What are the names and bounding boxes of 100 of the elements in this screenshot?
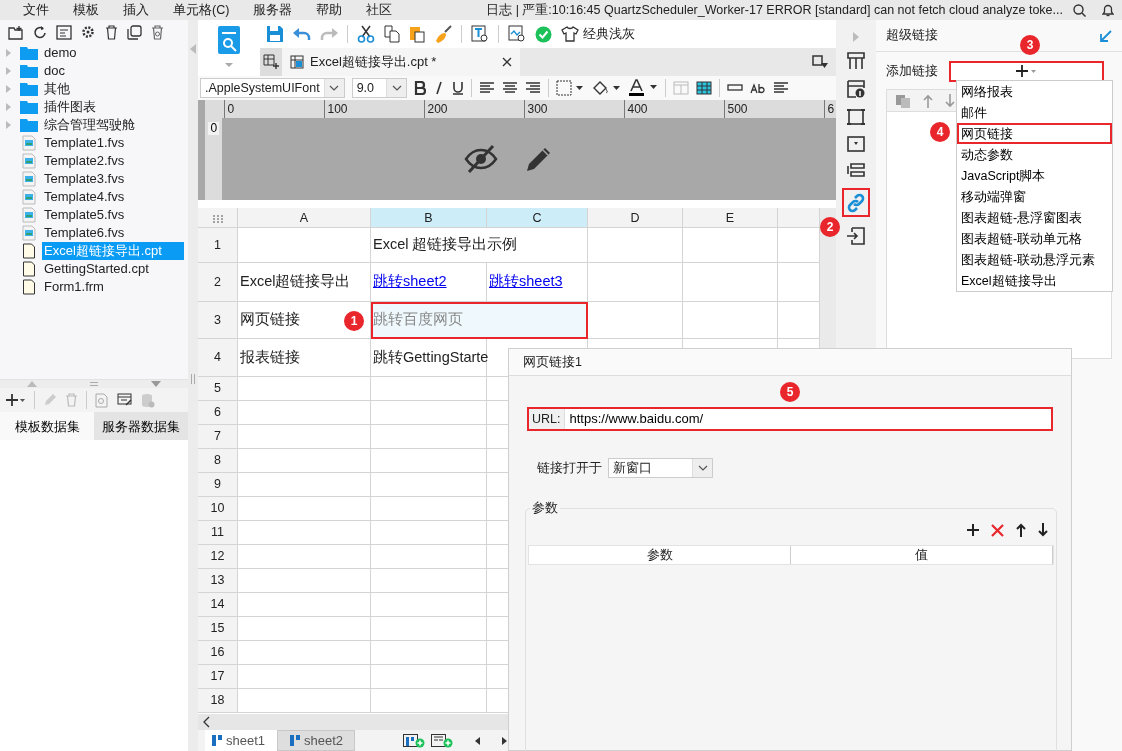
preview-icon[interactable]	[95, 392, 109, 408]
row-header[interactable]: 3	[198, 302, 238, 339]
row-header[interactable]: 15	[198, 617, 238, 641]
tree-item[interactable]: Template6.fvs	[42, 224, 127, 242]
tree-item[interactable]: GettingStarted.cpt	[42, 260, 151, 278]
sheet-tab[interactable]: sheet2	[277, 730, 355, 751]
add-link-button[interactable]	[949, 60, 1104, 82]
drag-handle-icon[interactable]	[90, 382, 98, 386]
font-color-icon[interactable]	[628, 79, 659, 97]
tree-item[interactable]: demo	[42, 44, 79, 62]
theme-button[interactable]: 经典浅灰	[561, 24, 635, 44]
up-arrow-icon[interactable]	[1016, 523, 1026, 537]
table-cell[interactable]: Excel超链接导出	[238, 263, 371, 302]
menu-item[interactable]: 网页链接	[957, 123, 1112, 144]
font-dropdown[interactable]: .AppleSystemUIFont	[200, 78, 345, 98]
column-header[interactable]: C	[487, 208, 588, 228]
table-cell[interactable]	[371, 521, 487, 545]
table-cell[interactable]	[238, 449, 371, 473]
splitter-grip-icon[interactable]	[191, 374, 195, 384]
import-icon[interactable]	[847, 226, 865, 245]
row-header[interactable]: 12	[198, 545, 238, 569]
copy-icon[interactable]	[384, 25, 400, 43]
cell-link[interactable]: 跳转sheet2	[373, 271, 447, 293]
text-field-icon[interactable]	[727, 84, 744, 92]
table-cell[interactable]	[371, 641, 487, 665]
column-header[interactable]: B	[371, 208, 487, 228]
border-icon[interactable]	[556, 80, 585, 96]
database-icon[interactable]	[141, 392, 155, 408]
row-header[interactable]: 5	[198, 377, 238, 401]
table-cell[interactable]	[371, 473, 487, 497]
menu-item[interactable]: 网络报表	[957, 81, 1112, 102]
table-cell[interactable]	[371, 377, 487, 401]
row-header[interactable]: 11	[198, 521, 238, 545]
tree-item[interactable]: Template4.fvs	[42, 188, 127, 206]
cell-attributes-icon[interactable]	[847, 52, 865, 70]
table-cell[interactable]: 跳转GettingStarte	[371, 339, 487, 377]
add-form-icon[interactable]	[431, 733, 453, 748]
open-in-dropdown[interactable]: 新窗口	[608, 458, 713, 478]
bell-icon[interactable]	[1102, 3, 1114, 17]
add-sheet-icon[interactable]	[263, 54, 279, 70]
dropdown-widget-icon[interactable]	[847, 136, 865, 152]
log-message[interactable]: 日志 | 严重:10:16:45 QuartzScheduler_Worker-17 ERROR [standard] can not fetch cloud analyze toke...	[486, 0, 1063, 20]
table-cell[interactable]	[238, 617, 371, 641]
add-icon[interactable]	[6, 394, 26, 406]
sheet-tab[interactable]: sheet1	[205, 730, 277, 751]
select-all-icon[interactable]	[212, 214, 223, 223]
column-header[interactable]: 值	[791, 546, 1053, 564]
previous-icon[interactable]	[475, 736, 480, 745]
row-header[interactable]: 4	[198, 339, 238, 377]
document-tab[interactable]: Excel超链接导出.cpt *	[282, 48, 520, 76]
table-cell[interactable]	[371, 617, 487, 641]
cut-icon[interactable]	[357, 25, 375, 43]
table-cell[interactable]: 报表链接	[238, 339, 371, 377]
table-cell[interactable]	[238, 689, 371, 713]
table-cell[interactable]	[371, 569, 487, 593]
row-header[interactable]: 2	[198, 263, 238, 302]
table-cell[interactable]	[238, 641, 371, 665]
menu-item[interactable]: 图表超链-联动悬浮元素	[957, 249, 1112, 270]
merge-cells-icon[interactable]	[673, 81, 690, 95]
align-left-icon[interactable]	[479, 81, 496, 95]
hidden-eye-icon[interactable]	[464, 144, 499, 174]
url-field[interactable]: URL: https://www.baidu.com/	[527, 407, 1053, 431]
table-cell[interactable]	[238, 425, 371, 449]
menu-item[interactable]: Excel超链接导出	[957, 270, 1112, 291]
refresh-icon[interactable]	[33, 24, 47, 40]
undo-icon[interactable]	[293, 27, 311, 41]
menu-item[interactable]: 单元格(C)	[161, 0, 242, 20]
align-center-icon[interactable]	[502, 81, 519, 95]
table-icon[interactable]	[696, 81, 713, 95]
diagonal-arrow-icon[interactable]	[1100, 29, 1112, 42]
cell-link[interactable]: 跳转sheet3	[489, 271, 563, 293]
row-header[interactable]: 7	[198, 425, 238, 449]
tree-item[interactable]: 插件图表	[42, 98, 98, 116]
table-cell[interactable]	[238, 401, 371, 425]
menu-item[interactable]: 社区	[354, 0, 405, 20]
check-icon[interactable]	[535, 25, 552, 43]
table-cell[interactable]	[238, 569, 371, 593]
report-icon[interactable]	[217, 26, 241, 70]
tree-item[interactable]: Template1.fvs	[42, 134, 127, 152]
row-header[interactable]: 10	[198, 497, 238, 521]
tree-item[interactable]: Form1.frm	[42, 278, 106, 296]
recycle-bin-icon[interactable]	[151, 24, 164, 40]
gear-icon[interactable]	[81, 24, 96, 40]
table-cell[interactable]	[238, 473, 371, 497]
table-cell[interactable]	[371, 449, 487, 473]
table-cell[interactable]	[238, 665, 371, 689]
row-header[interactable]: 9	[198, 473, 238, 497]
menu-item[interactable]: 服务器	[241, 0, 305, 20]
row-header[interactable]: 8	[198, 449, 238, 473]
fill-color-icon[interactable]	[591, 80, 622, 96]
menu-item[interactable]: 文件	[11, 0, 61, 20]
row-header[interactable]: 16	[198, 641, 238, 665]
paste-icon[interactable]	[409, 25, 425, 43]
tree-item[interactable]: Template5.fvs	[42, 206, 127, 224]
form-icon[interactable]	[56, 24, 72, 40]
table-cell[interactable]	[588, 263, 683, 302]
menu-item[interactable]: 动态参数	[957, 144, 1112, 165]
edit-icon[interactable]	[43, 393, 57, 407]
table-cell[interactable]	[238, 497, 371, 521]
table-cell[interactable]	[371, 497, 487, 521]
